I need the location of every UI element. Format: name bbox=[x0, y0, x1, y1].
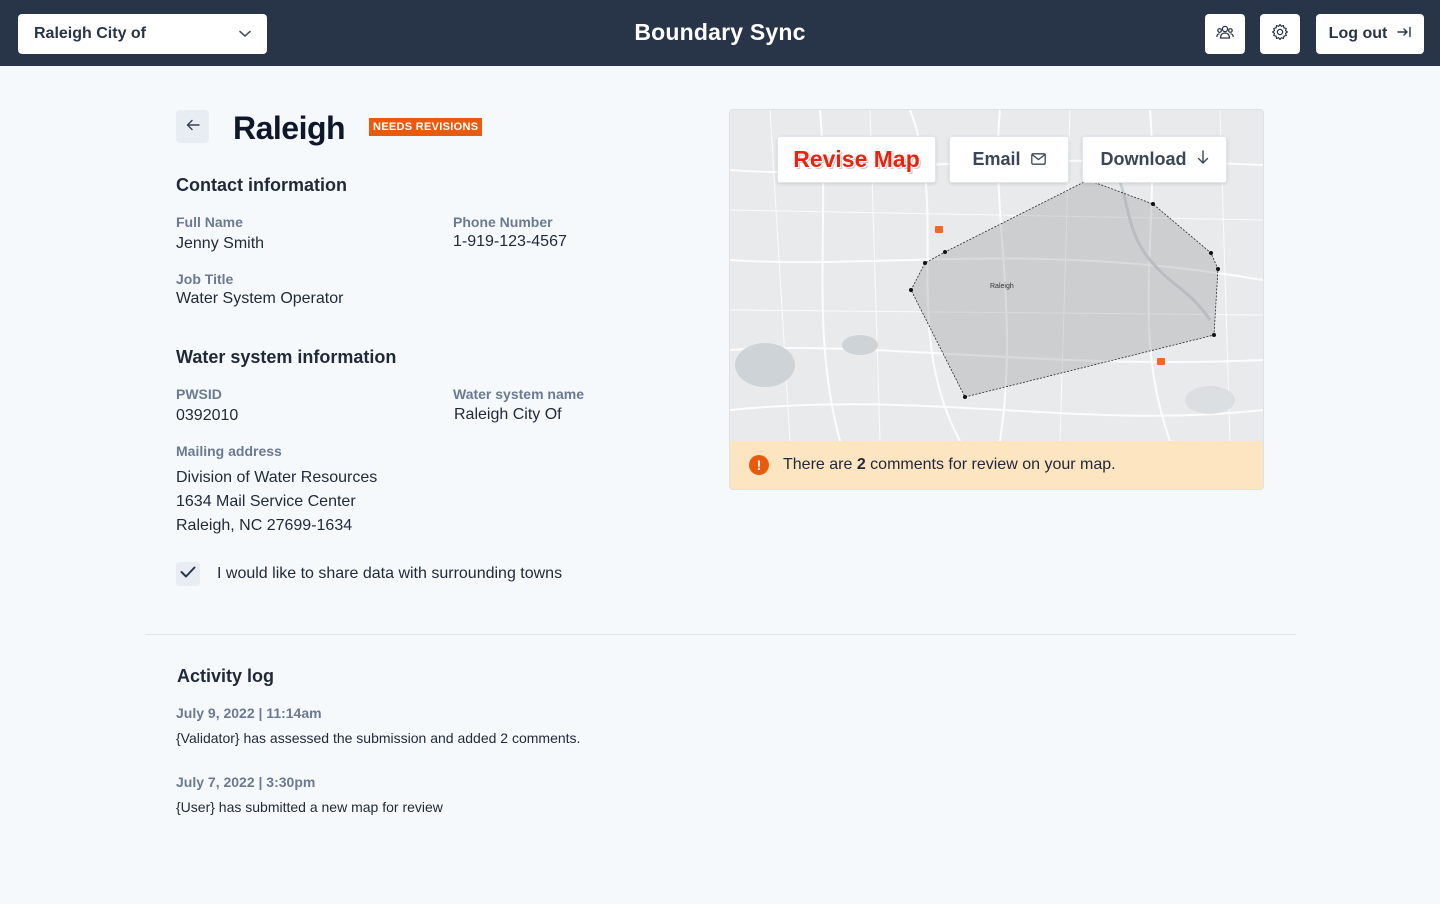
address-line: Division of Water Resources bbox=[176, 469, 378, 486]
phone-value: 1-919-123-4567 bbox=[453, 233, 567, 250]
contact-heading: Contact information bbox=[176, 175, 347, 195]
alert-icon: ! bbox=[749, 455, 769, 475]
logout-button[interactable]: Log out bbox=[1316, 14, 1424, 54]
mailing-address: Division of Water Resources 1634 Mail Se… bbox=[176, 466, 377, 538]
download-label: Download bbox=[1100, 149, 1187, 169]
pwsid-label: PWSID bbox=[176, 386, 222, 402]
status-badge: NEEDS REVISIONS bbox=[369, 118, 483, 136]
gear-icon bbox=[1271, 23, 1289, 46]
comment-marker[interactable] bbox=[935, 226, 943, 233]
revise-map-label: Revise Map bbox=[793, 146, 920, 172]
revise-map-button[interactable]: Revise Map bbox=[777, 136, 936, 183]
activity-text: {User} has submitted a new map for revie… bbox=[176, 799, 443, 815]
activity-text: {Validator} has assessed the submission … bbox=[176, 730, 581, 746]
comment-marker[interactable] bbox=[1157, 358, 1165, 365]
map-card: Raleigh Revise Map Email Download ! Ther… bbox=[729, 109, 1264, 490]
section-divider bbox=[145, 634, 1296, 635]
phone-label: Phone Number bbox=[453, 214, 553, 230]
mail-icon bbox=[1030, 149, 1046, 170]
pwsid-value: 0392010 bbox=[176, 407, 239, 424]
water-system-name-value: Raleigh City Of bbox=[454, 406, 562, 423]
top-bar: Raleigh City of Boundary Sync Log out bbox=[0, 0, 1440, 66]
users-icon bbox=[1216, 25, 1234, 44]
logout-label: Log out bbox=[1328, 25, 1388, 42]
email-button[interactable]: Email bbox=[949, 136, 1069, 183]
map-city-label: Raleigh bbox=[990, 283, 1014, 290]
map-comments-alert: ! There are 2 comments for review on you… bbox=[730, 441, 1263, 489]
arrow-down-icon bbox=[1197, 149, 1209, 170]
full-name-value: Jenny Smith bbox=[176, 235, 265, 252]
activity-log-heading: Activity log bbox=[177, 666, 275, 686]
checkmark-icon bbox=[180, 565, 196, 583]
download-button[interactable]: Download bbox=[1082, 136, 1227, 183]
alert-text: There are 2 comments for review on your … bbox=[783, 456, 1116, 474]
arrow-left-icon bbox=[186, 118, 200, 136]
share-data-label: I would like to share data with surround… bbox=[217, 565, 563, 582]
alert-suffix: comments for review on your map. bbox=[865, 456, 1116, 473]
address-line: Raleigh, NC 27699-1634 bbox=[176, 517, 353, 534]
job-title-value: Water System Operator bbox=[176, 290, 344, 307]
mailing-address-label: Mailing address bbox=[176, 443, 282, 459]
alert-prefix: There are bbox=[783, 456, 857, 473]
activity-date: July 9, 2022 | 11:14am bbox=[176, 705, 322, 721]
email-label: Email bbox=[972, 149, 1021, 169]
logout-arrow-icon bbox=[1397, 25, 1412, 43]
water-system-heading: Water system information bbox=[176, 347, 397, 367]
page-title: Raleigh bbox=[233, 110, 346, 146]
address-line: 1634 Mail Service Center bbox=[176, 493, 356, 510]
water-system-name-label: Water system name bbox=[453, 386, 584, 402]
share-data-checkbox[interactable] bbox=[176, 562, 200, 586]
users-button[interactable] bbox=[1205, 14, 1245, 54]
back-button[interactable] bbox=[176, 110, 209, 143]
job-title-label: Job Title bbox=[176, 271, 234, 287]
settings-button[interactable] bbox=[1260, 14, 1300, 54]
full-name-label: Full Name bbox=[176, 214, 243, 230]
alert-count: 2 bbox=[856, 456, 866, 473]
activity-date: July 7, 2022 | 3:30pm bbox=[176, 774, 316, 790]
